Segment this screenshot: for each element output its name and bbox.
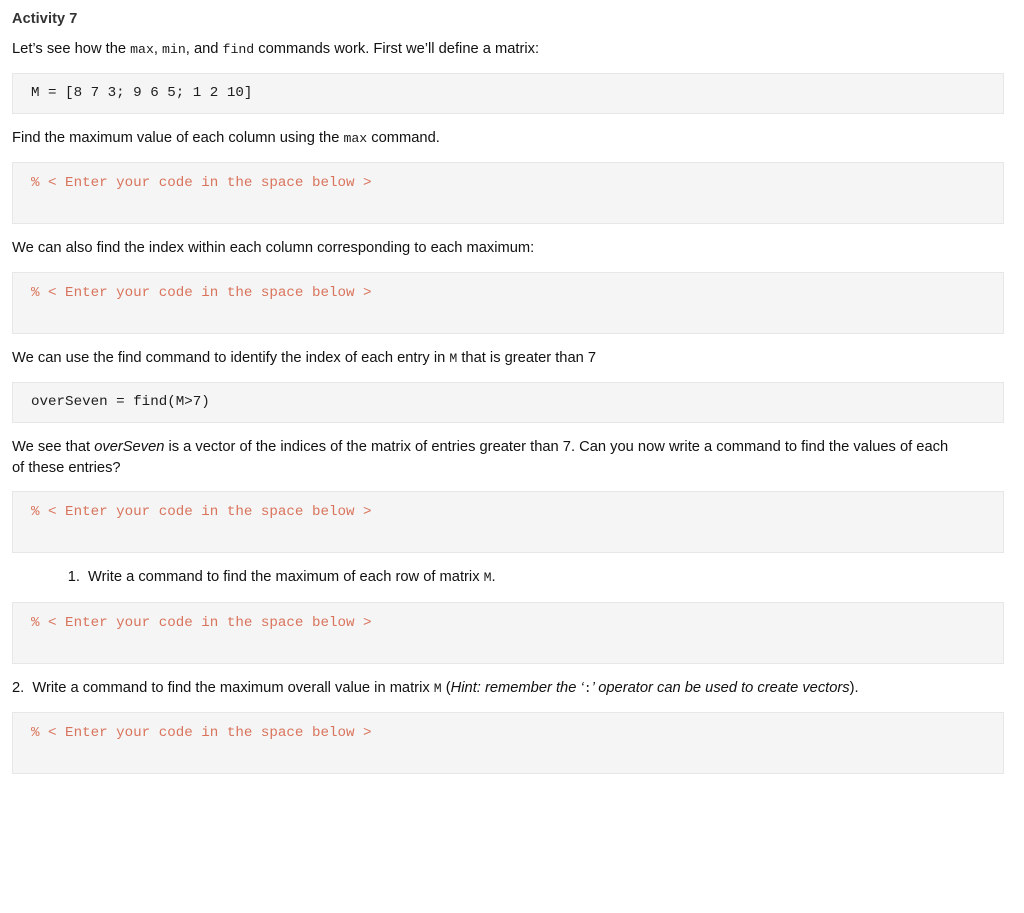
code-answer-block-5[interactable]: % < Enter your code in the space below > [12, 712, 1004, 775]
prompt-max-column: Find the maximum value of each column us… [12, 128, 964, 149]
inline-code-max: max [130, 41, 154, 57]
prompt-find-text-2: that is greater than 7 [457, 349, 597, 366]
inline-code-matrix-m-2: M [483, 570, 492, 586]
prompt-overseven-explanation: We see that overSeven is a vector of the… [12, 437, 964, 479]
intro-paragraph: Let’s see how the max, min, and find com… [12, 39, 964, 60]
inline-code-matrix-m-3: M [433, 681, 442, 697]
code-answer-block-1[interactable]: % < Enter your code in the space below > [12, 161, 1004, 224]
prompt-index-column: We can also find the index within each c… [12, 239, 535, 256]
prompt-overseven-text-1: We see that [12, 438, 95, 455]
task-2-text-3: ). [849, 680, 859, 697]
task-2-hint-2: ’ operator can be used to create vectors [591, 680, 850, 697]
list-item-marker-1: 1. [67, 569, 80, 586]
list-item-marker-2: 2. [12, 680, 25, 697]
code-block-overseven[interactable]: overSeven = find(M>7) [12, 381, 1004, 423]
task-list: 1. Write a command to find the maximum of… [12, 567, 1012, 588]
inline-code-colon-operator: : [583, 681, 592, 697]
inline-code-max-2: max [343, 130, 368, 146]
page-title: Activity 7 [12, 11, 78, 27]
prompt-find-command: We can use the find command to identify … [12, 348, 964, 369]
inline-code-find: find [222, 41, 255, 57]
code-block-matrix-definition[interactable]: M = [8 7 3; 9 6 5; 1 2 10] [12, 72, 1004, 114]
prompt-find-text-1: We can use the find command to identify … [12, 349, 450, 366]
task-1-text-1: Write a command to find the maximum of e… [88, 569, 484, 586]
inline-code-min: min [162, 41, 186, 57]
emphasis-overseven: overSeven [94, 438, 165, 455]
prompt-max-column-text-2: command. [367, 129, 440, 146]
intro-text-2: , [153, 40, 163, 57]
activity-page: Activity 7 Let’s see how the max, min, a… [0, 0, 1024, 775]
intro-text-1: Let’s see how the [12, 40, 131, 57]
list-item-task-1: 1. Write a command to find the maximum of… [58, 567, 1012, 588]
task-2-text-1: Write a command to find the maximum over… [32, 680, 434, 697]
task-2-paragraph: 2. Write a command to find the maximum o… [12, 678, 983, 699]
code-answer-block-4[interactable]: % < Enter your code in the space below > [12, 602, 1004, 665]
intro-text-3: , and [185, 40, 223, 57]
intro-text-4: commands work. First we’ll define a matr… [254, 40, 540, 57]
task-1-text-2: . [491, 569, 496, 586]
prompt-max-column-text-1: Find the maximum value of each column us… [12, 129, 344, 146]
code-answer-block-3[interactable]: % < Enter your code in the space below > [12, 491, 1004, 554]
task-2-text-2: ( [441, 680, 451, 697]
code-answer-block-2[interactable]: % < Enter your code in the space below > [12, 271, 1004, 334]
task-2-hint-1: Hint: remember the ‘ [450, 680, 584, 697]
